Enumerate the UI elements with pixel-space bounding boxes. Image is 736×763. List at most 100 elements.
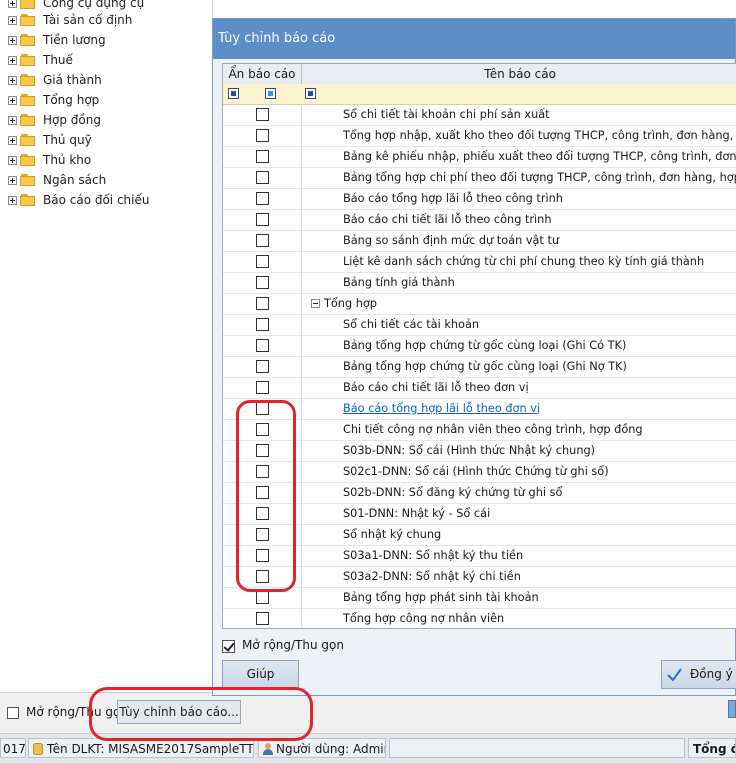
plus-expander-icon[interactable] [8,0,17,8]
hide-checkbox[interactable] [256,444,269,457]
hide-checkbox[interactable] [256,570,269,583]
plus-expander-icon[interactable] [8,75,17,85]
plus-expander-icon[interactable] [8,175,17,185]
table-row[interactable]: Liệt kê danh sách chứng từ chi phí chung… [223,251,736,273]
hide-checkbox[interactable] [256,234,269,247]
hide-cell [223,209,302,230]
tree-item-thue[interactable]: Thuế [8,51,73,69]
table-row[interactable]: Báo cáo tổng hợp lãi lỗ theo đơn vị [223,398,736,420]
table-row[interactable]: Báo cáo chi tiết lãi lỗ theo đơn vị [223,377,736,399]
tree-item-tong-hop[interactable]: Tổng hợp [8,91,99,109]
hide-checkbox[interactable] [256,360,269,373]
hide-checkbox[interactable] [256,171,269,184]
filter-icon[interactable] [228,88,239,99]
hide-checkbox[interactable] [256,486,269,499]
tree-item-tien-luong[interactable]: Tiền lương [8,31,106,49]
table-row[interactable]: S03a2-DNN: Sổ nhật ký chi tiền [223,566,736,588]
table-row[interactable]: Tổng hợp công nợ nhân viên [223,608,736,628]
tree-item-gia-thanh[interactable]: Giá thành [8,71,102,89]
table-row[interactable]: S02b-DNN: Sổ đăng ký chứng từ ghi sổ [223,482,736,504]
hide-checkbox[interactable] [256,549,269,562]
table-row[interactable]: Báo cáo tổng hợp lãi lỗ theo công trình [223,188,736,210]
folder-icon [20,34,36,46]
report-name: Bảng so sánh định mức dự toán vật tư [343,234,560,247]
minus-collapser-icon[interactable] [311,299,320,308]
group-row[interactable]: Tổng hợp [223,293,736,315]
hide-checkbox[interactable] [256,381,269,394]
hide-checkbox[interactable] [256,213,269,226]
tree-item-bao-cao-doi-chieu[interactable]: Báo cáo đối chiếu [8,191,149,209]
hide-checkbox[interactable] [256,465,269,478]
tree-item-thu-quy[interactable]: Thủ quỹ [8,131,92,149]
table-row[interactable]: Tổng hợp nhập, xuất kho theo đối tượng T… [223,125,736,147]
dialog-title-bar[interactable]: Tùy chỉnh báo cáo [213,19,735,59]
table-row[interactable]: Bảng kê phiếu nhập, phiếu xuất theo đối … [223,146,736,168]
database-icon [33,743,43,755]
filter-icon[interactable] [305,88,316,99]
plus-expander-icon[interactable] [8,15,17,25]
hide-cell [223,167,302,188]
edge-button[interactable] [728,700,736,718]
table-row[interactable]: Bảng tổng hợp chứng từ gốc cùng loại (Gh… [223,335,736,357]
report-name-link[interactable]: Báo cáo tổng hợp lãi lỗ theo đơn vị [343,398,540,419]
ok-button[interactable]: Đồng ý [661,660,736,689]
plus-expander-icon[interactable] [8,35,17,45]
hide-checkbox[interactable] [256,318,269,331]
table-row[interactable]: S03b-DNN: Sổ cái (Hình thức Nhật ký chun… [223,440,736,462]
report-name: Sổ nhật ký chung [343,528,442,541]
dialog-title: Tùy chỉnh báo cáo [218,31,336,46]
status-user: Người dùng: Admin [258,738,386,758]
help-button[interactable]: Giúp [222,660,299,689]
filter-row [223,84,736,105]
plus-expander-icon[interactable] [8,195,17,205]
tree-item-thu-kho[interactable]: Thủ kho [8,151,91,169]
table-row[interactable]: Sổ chi tiết các tài khoản [223,314,736,336]
table-row[interactable]: Sổ nhật ký chung [223,524,736,546]
table-row[interactable]: Bảng tính giá thành [223,272,736,294]
hide-checkbox[interactable] [256,108,269,121]
report-name: Liệt kê danh sách chứng từ chi phí chung… [343,255,705,268]
hide-checkbox[interactable] [256,129,269,142]
customize-report-button[interactable]: Tùy chỉnh báo cáo... [117,700,241,724]
hide-checkbox[interactable] [256,339,269,352]
tree-item-hop-dong[interactable]: Hợp đồng [8,111,101,129]
plus-expander-icon[interactable] [8,55,17,65]
table-row[interactable]: Báo cáo chi tiết lãi lỗ theo công trình [223,209,736,231]
hide-checkbox[interactable] [256,192,269,205]
report-name: S03a2-DNN: Sổ nhật ký chi tiền [343,570,521,583]
plus-expander-icon[interactable] [8,135,17,145]
expand-collapse-checkbox[interactable] [7,707,19,719]
table-row[interactable]: S02c1-DNN: Sổ cái (Hình thức Chứng từ gh… [223,461,736,483]
dialog-expand-collapse-checkbox[interactable] [222,640,235,653]
plus-expander-icon[interactable] [8,155,17,165]
hide-cell [223,230,302,251]
table-row[interactable]: S03a1-DNN: Sổ nhật ký thu tiền [223,545,736,567]
folder-icon [20,94,36,106]
hide-checkbox[interactable] [256,402,269,415]
column-header-name[interactable]: Tên báo cáo [302,64,736,84]
table-row[interactable]: Chi tiết công nợ nhân viên theo công trì… [223,419,736,441]
tree-item-tai-san-co-dinh[interactable]: Tài sản cố định [8,11,132,29]
hide-checkbox[interactable] [256,507,269,520]
tree-item-ngan-sach[interactable]: Ngân sách [8,171,106,189]
filter-icon[interactable] [265,88,276,99]
table-row[interactable]: Sổ chi tiết tài khoản chi phí sản xuất [223,104,736,126]
report-name: Bảng kê phiếu nhập, phiếu xuất theo đối … [343,150,736,163]
table-row[interactable]: Bảng so sánh định mức dự toán vật tư [223,230,736,252]
hide-checkbox[interactable] [256,612,269,625]
table-row[interactable]: S01-DNN: Nhật ký - Sổ cái [223,503,736,525]
hide-checkbox[interactable] [256,591,269,604]
hide-checkbox[interactable] [256,150,269,163]
hide-checkbox[interactable] [256,297,269,310]
hide-checkbox[interactable] [256,423,269,436]
hide-checkbox[interactable] [256,255,269,268]
plus-expander-icon[interactable] [8,115,17,125]
table-row[interactable]: Bảng tổng hợp chi phí theo đối tượng THC… [223,167,736,189]
hide-cell [223,251,302,272]
hide-checkbox[interactable] [256,528,269,541]
table-row[interactable]: Bảng tổng hợp phát sinh tài khoản [223,587,736,609]
plus-expander-icon[interactable] [8,95,17,105]
hide-checkbox[interactable] [256,276,269,289]
column-header-hide[interactable]: Ẩn báo cáo [223,64,302,84]
table-row[interactable]: Bảng tổng hợp chứng từ gốc cùng loại (Gh… [223,356,736,378]
